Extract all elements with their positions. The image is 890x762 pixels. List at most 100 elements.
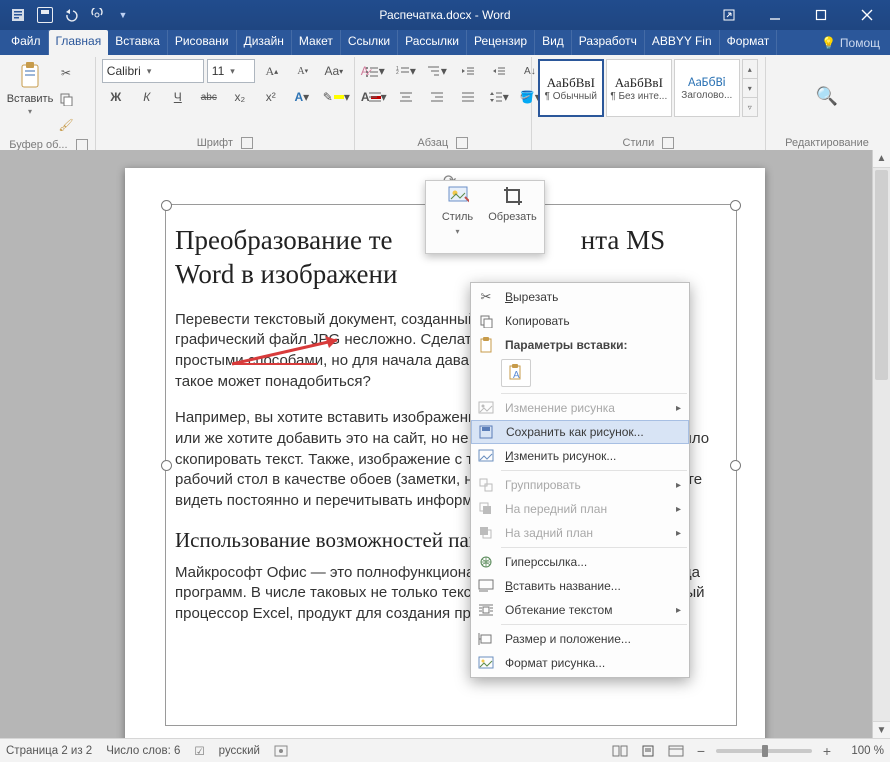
change-case-button[interactable]: Aa▾ (320, 59, 348, 83)
vertical-scrollbar[interactable]: ▲ ▼ (872, 150, 890, 739)
paste-keep-source-button[interactable]: A (501, 359, 531, 387)
shrink-font-button[interactable]: A▾ (289, 59, 317, 83)
increase-indent-button[interactable] (485, 59, 513, 83)
redo-icon[interactable] (88, 6, 106, 24)
tab-layout[interactable]: Макет (292, 30, 341, 55)
close-button[interactable] (844, 0, 890, 30)
save-icon[interactable] (36, 6, 54, 24)
style-no-spacing[interactable]: АаБбВвІ ¶ Без инте... (606, 59, 672, 117)
highlight-button[interactable]: ✎▾ (319, 85, 354, 109)
status-word-count[interactable]: Число слов: 6 (106, 745, 180, 757)
scroll-down-button[interactable]: ▼ (873, 721, 890, 739)
tab-insert[interactable]: Вставка (108, 30, 168, 55)
font-size-combo[interactable]: 11▾ (207, 59, 255, 83)
tab-format[interactable]: Формат (720, 30, 778, 55)
clipboard-launcher[interactable] (76, 139, 88, 151)
bold-button[interactable]: Ж (102, 85, 130, 109)
resize-handle-nw[interactable] (161, 200, 172, 211)
justify-button[interactable] (454, 85, 482, 109)
align-right-button[interactable] (423, 85, 451, 109)
tab-draw[interactable]: Рисовани (168, 30, 237, 55)
style-normal-label: ¶ Обычный (545, 91, 597, 102)
status-proofing-icon[interactable]: ☑ (194, 744, 204, 758)
tab-review[interactable]: Рецензир (467, 30, 535, 55)
status-page[interactable]: Страница 2 из 2 (6, 745, 92, 757)
ribbon-display-options-icon[interactable] (706, 0, 752, 30)
ctx-insert-caption[interactable]: Вставить название... (471, 574, 689, 598)
font-size-value: 11 (212, 64, 224, 78)
picture-style-button[interactable]: Стиль ▾ (430, 185, 485, 249)
tab-home[interactable]: Главная (49, 30, 109, 55)
tab-view[interactable]: Вид (535, 30, 572, 55)
bullets-button[interactable]: ▾ (361, 59, 389, 83)
align-center-button[interactable] (392, 85, 420, 109)
ctx-edit-picture[interactable]: Изменить рисунок... (471, 444, 689, 468)
zoom-in-button[interactable]: + (820, 745, 834, 757)
underline-button[interactable]: Ч (164, 85, 192, 109)
line-spacing-button[interactable]: ▾ (485, 85, 513, 109)
zoom-slider-knob[interactable] (762, 745, 768, 757)
grow-font-button[interactable]: A▴ (258, 59, 286, 83)
magnifier-icon: 🔍 (816, 86, 838, 107)
tab-abbyy[interactable]: ABBYY Fin (645, 30, 720, 55)
font-family-combo[interactable]: Calibri▾ (102, 59, 204, 83)
style-heading1[interactable]: АаБбВі Заголово... (674, 59, 740, 117)
picture-context-menu: ✂ Вырезать Копировать Параметры вставки:… (470, 282, 690, 678)
numbering-button[interactable]: 12▾ (392, 59, 420, 83)
ctx-hyperlink[interactable]: Гиперссылка... (471, 550, 689, 574)
tab-design[interactable]: Дизайн (237, 30, 292, 55)
resize-handle-ne[interactable] (730, 200, 741, 211)
text-effects-button[interactable]: A▾ (288, 85, 316, 109)
styles-launcher[interactable] (662, 137, 674, 149)
scroll-up-button[interactable]: ▲ (873, 150, 890, 168)
resize-handle-e[interactable] (730, 460, 741, 471)
paste-button[interactable]: Вставить▾ (8, 59, 52, 118)
crop-button[interactable]: Обрезать (485, 185, 540, 249)
ctx-format-picture[interactable]: Формат рисунка... (471, 651, 689, 675)
strikethrough-button[interactable]: abc (195, 85, 223, 109)
style-normal[interactable]: АаБбВвІ ¶ Обычный (538, 59, 604, 117)
read-mode-button[interactable] (610, 743, 630, 759)
tab-mailings[interactable]: Рассылки (398, 30, 467, 55)
copy-icon (475, 311, 497, 331)
undo-icon[interactable] (62, 6, 80, 24)
web-layout-button[interactable] (666, 743, 686, 759)
zoom-out-button[interactable]: − (694, 745, 708, 757)
format-painter-button[interactable]: 🖌 (52, 113, 80, 137)
styles-gallery-scroll[interactable]: ▴▾▿ (742, 59, 758, 117)
find-button[interactable]: 🔍 (814, 84, 840, 109)
qat-customize-icon[interactable]: ▼ (114, 6, 132, 24)
tell-me-search[interactable]: 💡 Помощ (821, 30, 880, 55)
maximize-button[interactable] (798, 0, 844, 30)
status-language[interactable]: русский (219, 745, 260, 757)
ctx-copy[interactable]: Копировать (471, 309, 689, 333)
ctx-wrap-text[interactable]: Обтекание текстом ▸ (471, 598, 689, 622)
ctx-size-position[interactable]: Размер и положение... (471, 627, 689, 651)
minimize-button[interactable] (752, 0, 798, 30)
copy-button[interactable] (52, 87, 80, 111)
zoom-level[interactable]: 100 % (842, 745, 884, 757)
font-launcher[interactable] (241, 137, 253, 149)
tab-file[interactable]: Файл (4, 30, 49, 55)
italic-button[interactable]: К (133, 85, 161, 109)
ctx-save-as-picture[interactable]: Сохранить как рисунок... (471, 420, 689, 444)
tab-references[interactable]: Ссылки (341, 30, 398, 55)
word-app-icon[interactable] (10, 6, 28, 24)
scroll-thumb[interactable] (875, 170, 888, 380)
multilevel-list-button[interactable]: ▾ (423, 59, 451, 83)
ctx-cut[interactable]: ✂ Вырезать (471, 285, 689, 309)
superscript-button[interactable]: x² (257, 85, 285, 109)
lightbulb-icon: 💡 (821, 36, 836, 50)
align-left-button[interactable] (361, 85, 389, 109)
tab-developer[interactable]: Разработч (572, 30, 645, 55)
print-layout-button[interactable] (638, 743, 658, 759)
resize-handle-w[interactable] (161, 460, 172, 471)
send-back-icon (475, 523, 497, 543)
styles-gallery[interactable]: АаБбВвІ ¶ Обычный АаБбВвІ ¶ Без инте... … (538, 59, 758, 117)
zoom-slider[interactable] (716, 749, 812, 753)
cut-button[interactable]: ✂ (52, 61, 80, 85)
decrease-indent-button[interactable] (454, 59, 482, 83)
status-macro-icon[interactable] (274, 745, 288, 757)
paragraph-launcher[interactable] (456, 137, 468, 149)
subscript-button[interactable]: x₂ (226, 85, 254, 109)
